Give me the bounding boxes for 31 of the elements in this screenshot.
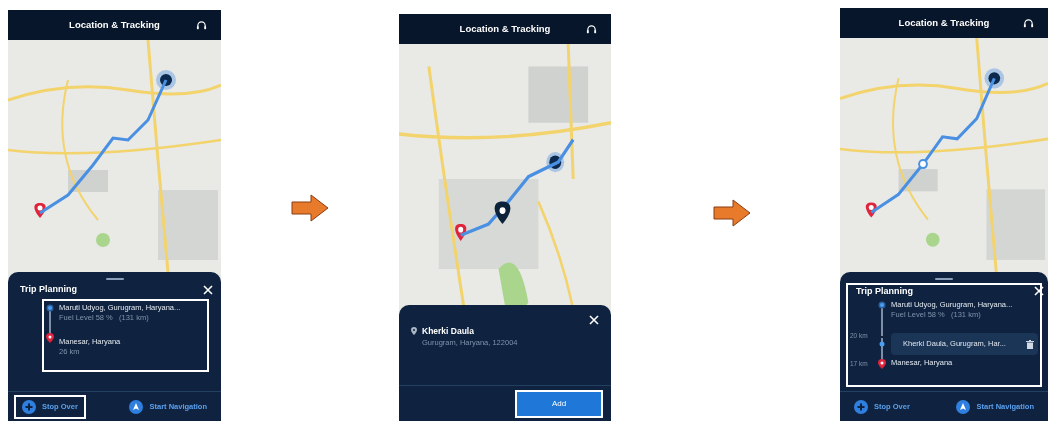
screen-title: Location & Tracking xyxy=(898,15,990,30)
origin-dot-icon xyxy=(46,304,54,312)
drag-handle[interactable] xyxy=(935,278,953,280)
drag-handle[interactable] xyxy=(105,278,124,280)
screen-title: Location & Tracking xyxy=(459,21,551,36)
screen-title: Location & Tracking xyxy=(69,17,160,32)
delete-button[interactable] xyxy=(1026,339,1034,349)
close-icon xyxy=(589,315,599,325)
right-arrow-icon xyxy=(713,199,751,227)
navigation-icon xyxy=(129,399,144,414)
navigation-icon xyxy=(956,399,971,414)
close-button[interactable] xyxy=(203,285,213,295)
location-pin-icon xyxy=(411,327,417,335)
stop-dot-icon xyxy=(879,341,885,347)
add-button[interactable]: Add xyxy=(515,389,603,418)
destination-pin-icon xyxy=(46,333,54,343)
plus-icon xyxy=(854,399,868,414)
close-button[interactable] xyxy=(1034,286,1044,296)
destination-pin-icon xyxy=(878,359,886,369)
origin-dot-icon xyxy=(878,301,886,309)
close-button[interactable] xyxy=(589,315,599,325)
headset-icon[interactable] xyxy=(196,20,207,31)
right-arrow-icon xyxy=(291,194,329,222)
headset-icon[interactable] xyxy=(586,24,597,35)
trash-icon xyxy=(1026,339,1034,349)
headset-icon[interactable] xyxy=(1023,18,1034,29)
panel-title: Trip Planning xyxy=(20,283,77,297)
place-name: Kherki Daula xyxy=(422,326,475,337)
close-icon xyxy=(203,285,213,295)
panel-title: Trip Planning xyxy=(856,285,913,299)
plus-icon xyxy=(22,399,36,414)
